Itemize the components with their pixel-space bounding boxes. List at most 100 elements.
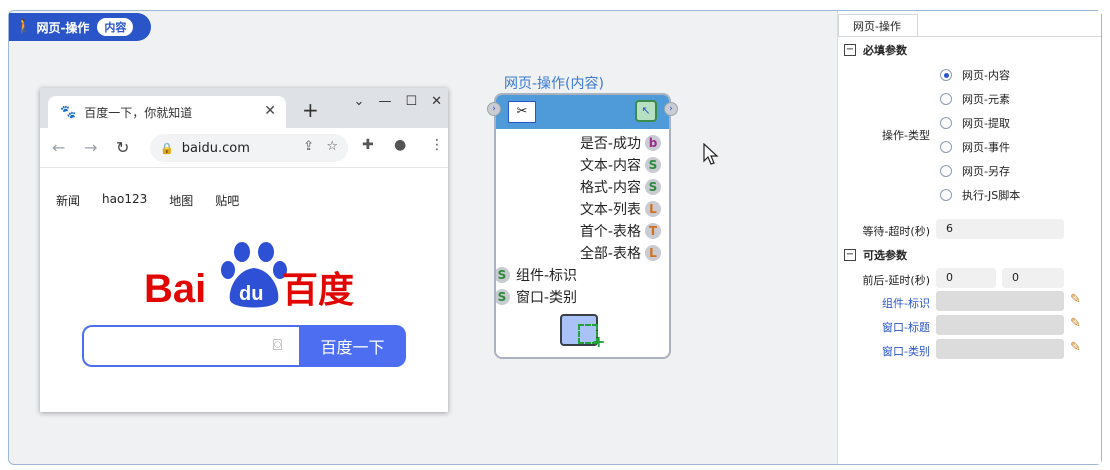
output-port-list[interactable]: L (645, 245, 661, 261)
radio-web-saveas[interactable]: 网页-另存 (940, 163, 1010, 179)
delay-before-field[interactable]: 0 (936, 268, 996, 288)
radio-icon (940, 165, 952, 177)
browser-tab[interactable]: 🐾 百度一下，你就知道 ✕ (48, 96, 286, 128)
tools-icon[interactable]: ✂ (508, 101, 536, 123)
output-label: 文本-列表 (579, 202, 641, 218)
radio-icon (940, 189, 952, 201)
extensions-icon[interactable]: ✚ (362, 137, 374, 153)
back-icon[interactable]: ← (52, 138, 65, 157)
component-id-field[interactable] (936, 291, 1064, 311)
address-url: baidu.com (181, 140, 250, 156)
edit-icon[interactable]: ✎ (1070, 340, 1081, 355)
radio-label: 网页-内容 (962, 69, 1010, 82)
nav-link-tieba[interactable]: 贴吧 (215, 192, 239, 209)
mouse-cursor-icon (703, 143, 719, 165)
node-window-icon: + (560, 314, 605, 351)
new-tab-button[interactable]: + (302, 98, 319, 122)
radio-web-content[interactable]: 网页-内容 (940, 67, 1010, 83)
input-label: 窗口-类别 (516, 290, 578, 306)
browser-tab-bar: 🐾 百度一下，你就知道 ✕ + ⌄ — ☐ ✕ (40, 88, 448, 128)
logo-du: du (239, 283, 263, 305)
nav-link-news[interactable]: 新闻 (56, 192, 80, 209)
radio-label: 网页-另存 (962, 165, 1010, 178)
op-type-label: 操作-类型 (882, 129, 930, 142)
logo-bai: Bai (144, 267, 206, 310)
input-label: 组件-标识 (516, 268, 578, 284)
lock-icon: 🔒 (160, 141, 174, 155)
node-header[interactable]: ✂ ↖ (496, 95, 669, 129)
browser-preview: 🐾 百度一下，你就知道 ✕ + ⌄ — ☐ ✕ ← → ↻ 🔒 baidu.co… (40, 88, 448, 412)
delay-label: 前后-延时(秒) (862, 274, 930, 287)
window-class-field[interactable] (936, 339, 1064, 359)
share-icon[interactable]: ⇪ (303, 139, 314, 154)
flow-in-port[interactable]: › (487, 102, 501, 116)
menu-dots-icon[interactable]: ⋮ (430, 137, 444, 153)
window-title-label[interactable]: 窗口-标题 (840, 319, 930, 335)
output-row: 格式-内容 S (580, 177, 661, 197)
forward-icon[interactable]: → (84, 138, 97, 157)
reload-icon[interactable]: ↻ (116, 138, 129, 157)
required-section-title: 必填参数 (863, 44, 907, 57)
window-controls: ⌄ — ☐ ✕ (354, 94, 442, 109)
radio-exec-js[interactable]: 执行-JS脚本 (940, 187, 1020, 203)
baidu-search-button[interactable]: 百度一下 (299, 325, 406, 367)
radio-label: 网页-提取 (962, 117, 1010, 130)
radio-web-event[interactable]: 网页-事件 (940, 139, 1010, 155)
flow-out-port[interactable]: › (664, 102, 678, 116)
panel-tab[interactable]: 网页-操作 (838, 14, 918, 36)
output-row: 全部-表格 L (580, 243, 661, 263)
element-select-icon[interactable]: ↖ (635, 100, 657, 122)
close-tab-icon[interactable]: ✕ (264, 103, 276, 119)
nav-link-hao123[interactable]: hao123 (102, 192, 147, 209)
baidu-paw-icon: 🐾 (60, 104, 77, 120)
timeout-label: 等待-超时(秒) (862, 225, 930, 238)
maximize-icon[interactable]: ☐ (405, 94, 417, 109)
required-section[interactable]: − 必填参数 (844, 42, 907, 58)
collapse-icon[interactable]: − (844, 44, 856, 56)
profile-icon[interactable]: ● (394, 137, 406, 153)
optional-section[interactable]: − 可选参数 (844, 247, 907, 263)
close-icon[interactable]: ✕ (431, 94, 442, 109)
radio-icon (940, 93, 952, 105)
window-class-label[interactable]: 窗口-类别 (840, 343, 930, 359)
baidu-search-input[interactable]: ⌼ (82, 325, 300, 367)
minimize-icon[interactable]: — (378, 94, 391, 109)
output-label: 首个-表格 (579, 224, 641, 240)
bookmark-star-icon[interactable]: ☆ (326, 139, 338, 154)
output-port-list[interactable]: L (645, 201, 661, 217)
output-label: 全部-表格 (579, 246, 641, 262)
optional-section-title: 可选参数 (863, 249, 907, 262)
header-badge: 内容 (97, 18, 134, 36)
properties-panel: 网页-操作 − 必填参数 操作-类型 网页-内容 网页-元素 网页-提取 网页-… (837, 11, 1101, 464)
output-port-table[interactable]: T (645, 223, 661, 239)
radio-icon (940, 141, 952, 153)
tab-title: 百度一下，你就知道 (84, 105, 193, 120)
timeout-field[interactable]: 6 (936, 219, 1064, 239)
output-port-string[interactable]: S (645, 157, 661, 173)
baidu-logo: Bai du 百度 (144, 242, 354, 310)
input-row: S 组件-标识 (496, 265, 578, 285)
collapse-icon[interactable]: − (844, 249, 856, 261)
input-port-string[interactable]: S (496, 267, 510, 283)
edit-icon[interactable]: ✎ (1070, 316, 1081, 331)
camera-icon[interactable]: ⌼ (273, 336, 282, 354)
output-row: 首个-表格 T (580, 221, 661, 241)
web-operation-node[interactable]: ✂ ↖ 是否-成功 b 文本-内容 S 格式-内容 S 文本-列表 L 首个-表… (494, 93, 671, 359)
window-title-field[interactable] (936, 315, 1064, 335)
output-label: 文本-内容 (579, 158, 641, 174)
radio-web-extract[interactable]: 网页-提取 (940, 115, 1010, 131)
chevron-down-icon[interactable]: ⌄ (354, 94, 365, 109)
input-port-string[interactable]: S (496, 289, 510, 305)
output-port-string[interactable]: S (645, 179, 661, 195)
output-port-bool[interactable]: b (645, 135, 661, 151)
radio-web-element[interactable]: 网页-元素 (940, 91, 1010, 107)
node-header-tag[interactable]: 🚶 网页-操作 内容 (9, 13, 151, 41)
baidu-nav-links: 新闻 hao123 地图 贴吧 (56, 192, 239, 209)
component-id-label[interactable]: 组件-标识 (840, 295, 930, 311)
walking-person-icon: 🚶 (15, 19, 33, 35)
edit-icon[interactable]: ✎ (1070, 292, 1081, 307)
delay-after-field[interactable]: 0 (1002, 268, 1064, 288)
address-bar[interactable]: 🔒 baidu.com ⇪ ☆ (150, 134, 348, 162)
nav-link-map[interactable]: 地图 (169, 192, 193, 209)
output-row: 是否-成功 b (580, 133, 661, 153)
